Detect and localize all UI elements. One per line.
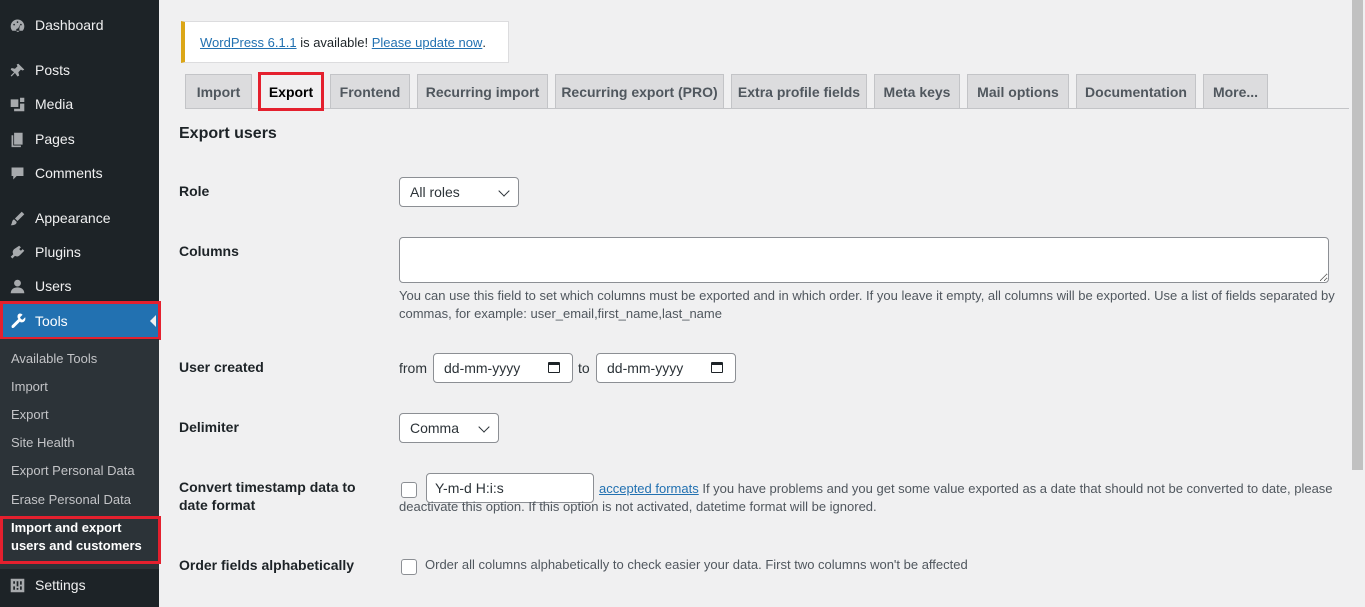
timestamp-label: Convert timestamp data to date format	[179, 479, 356, 513]
menu-label: Posts	[35, 62, 71, 78]
calendar-icon[interactable]	[711, 362, 723, 373]
admin-sidebar: Dashboard Posts Media Pages Comments App…	[0, 0, 161, 607]
menu-label: Users	[35, 278, 72, 294]
scrollbar-thumb[interactable]	[1352, 0, 1363, 470]
user-created-label: User created	[179, 359, 264, 375]
tab-mail-options[interactable]: Mail options	[967, 74, 1069, 109]
chevron-down-icon	[478, 421, 490, 433]
menu-label: Media	[35, 96, 74, 112]
menu-tools[interactable]: Tools	[0, 304, 159, 338]
submenu-export[interactable]: Export	[11, 406, 49, 424]
page-title: Export users	[179, 125, 277, 142]
menu-label: Tools	[35, 313, 68, 329]
delimiter-select[interactable]: Comma	[399, 413, 499, 443]
settings-icon	[8, 576, 26, 594]
tab-more[interactable]: More...	[1203, 74, 1268, 109]
menu-label: Pages	[35, 131, 75, 147]
tab-frontend[interactable]: Frontend	[330, 74, 410, 109]
tab-recurring-import[interactable]: Recurring import	[417, 74, 548, 109]
submenu-import-export-users[interactable]: Import and export users and customers	[11, 519, 151, 555]
submenu-site-health[interactable]: Site Health	[11, 434, 75, 452]
date-from-input[interactable]: dd-mm-yyyy	[433, 353, 573, 383]
wrench-icon	[8, 312, 26, 330]
tab-extra-profile-fields[interactable]: Extra profile fields	[731, 74, 867, 109]
date-to-placeholder: dd-mm-yyyy	[607, 360, 684, 376]
role-select-value: All roles	[410, 184, 460, 200]
order-description: Order all columns alphabetically to chec…	[425, 557, 968, 572]
delimiter-select-value: Comma	[410, 420, 460, 436]
menu-pages[interactable]: Pages	[0, 122, 159, 156]
media-icon	[8, 95, 26, 113]
date-to-input[interactable]: dd-mm-yyyy	[596, 353, 736, 383]
tools-submenu: Available Tools Import Export Site Healt…	[0, 339, 159, 569]
main-content: WordPress 6.1.1 is available! Please upd…	[159, 0, 1365, 607]
menu-media[interactable]: Media	[0, 87, 159, 121]
submenu-available-tools[interactable]: Available Tools	[11, 350, 97, 368]
submenu-erase-personal-data[interactable]: Erase Personal Data	[11, 491, 131, 509]
submenu-export-personal-data[interactable]: Export Personal Data	[11, 462, 135, 480]
menu-users[interactable]: Users	[0, 269, 159, 303]
tab-meta-keys[interactable]: Meta keys	[874, 74, 960, 109]
update-notice: WordPress 6.1.1 is available! Please upd…	[181, 21, 509, 63]
order-checkbox[interactable]	[401, 559, 417, 575]
order-label: Order fields alphabetically	[179, 557, 355, 573]
wordpress-version-link[interactable]: WordPress 6.1.1	[200, 35, 297, 50]
menu-plugins[interactable]: Plugins	[0, 235, 159, 269]
menu-label: Comments	[35, 165, 103, 181]
chevron-down-icon	[498, 185, 510, 197]
timestamp-desc-line1: accepted formats If you have problems an…	[399, 480, 1339, 516]
menu-settings[interactable]: Settings	[0, 568, 159, 602]
menu-dashboard[interactable]: Dashboard	[0, 8, 159, 42]
tab-export[interactable]: Export	[259, 74, 323, 109]
comment-icon	[8, 164, 26, 182]
submenu-import[interactable]: Import	[11, 378, 48, 396]
pages-icon	[8, 130, 26, 148]
calendar-icon[interactable]	[548, 362, 560, 373]
columns-textarea[interactable]	[399, 237, 1329, 283]
scrollbar[interactable]	[1350, 0, 1365, 607]
notice-end: .	[482, 34, 486, 50]
accepted-formats-link[interactable]: accepted formats	[599, 481, 699, 496]
delimiter-label: Delimiter	[179, 419, 239, 435]
dashboard-icon	[8, 16, 26, 34]
tab-import[interactable]: Import	[185, 74, 252, 109]
menu-appearance[interactable]: Appearance	[0, 201, 159, 235]
to-label: to	[578, 360, 590, 376]
pin-icon	[8, 61, 26, 79]
plugin-icon	[8, 243, 26, 261]
update-now-link[interactable]: Please update now	[372, 35, 483, 50]
tab-recurring-export-pro[interactable]: Recurring export (PRO)	[555, 74, 724, 109]
timestamp-description: If you have problems and you get some va…	[399, 481, 1333, 514]
from-label: from	[399, 360, 427, 376]
menu-comments[interactable]: Comments	[0, 156, 159, 190]
tab-documentation[interactable]: Documentation	[1076, 74, 1196, 109]
menu-label: Dashboard	[35, 17, 104, 33]
brush-icon	[8, 209, 26, 227]
current-menu-arrow	[150, 315, 156, 327]
menu-label: Settings	[35, 577, 86, 593]
menu-posts[interactable]: Posts	[0, 53, 159, 87]
tab-divider	[185, 108, 1349, 109]
user-icon	[8, 277, 26, 295]
menu-label: Appearance	[35, 210, 111, 226]
role-select[interactable]: All roles	[399, 177, 519, 207]
date-from-placeholder: dd-mm-yyyy	[444, 360, 521, 376]
columns-label: Columns	[179, 243, 239, 259]
columns-description: You can use this field to set which colu…	[399, 288, 1335, 321]
menu-label: Plugins	[35, 244, 81, 260]
role-label: Role	[179, 183, 210, 199]
notice-text: is available!	[296, 34, 372, 50]
